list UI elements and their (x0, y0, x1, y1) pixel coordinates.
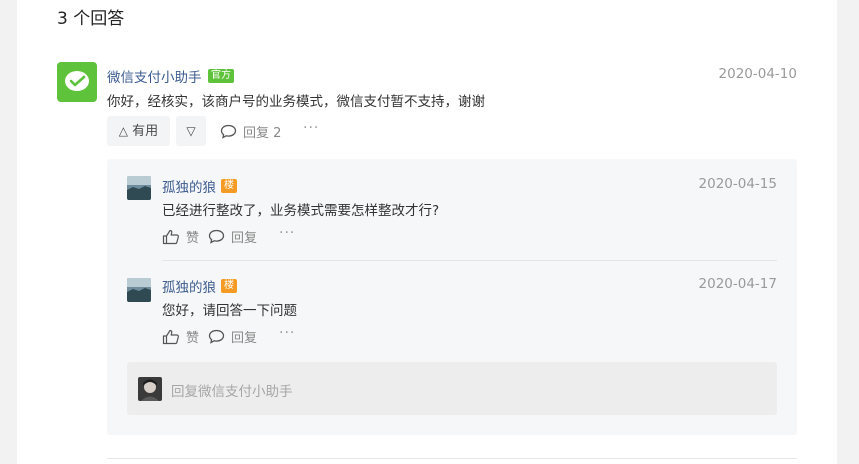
comment-reply-button[interactable]: 回复 (208, 327, 257, 346)
downvote-icon: ▽ (186, 124, 196, 138)
section-divider (107, 458, 797, 459)
comment-date: 2020-04-17 (698, 276, 777, 292)
comment-reply-label: 回复 (231, 331, 258, 346)
comment-content: 已经进行整改了，业务模式需要怎样整改才行? (162, 203, 440, 219)
like-button[interactable]: 赞 (162, 227, 199, 246)
comment-more-button[interactable]: ··· (279, 225, 295, 241)
comment-author[interactable]: 孤独的狼 (162, 176, 216, 196)
upvote-label: 有用 (132, 124, 159, 139)
comment-avatar[interactable] (127, 278, 151, 302)
wechat-pay-logo-icon (65, 71, 89, 91)
reply-input[interactable]: 回复微信支付小助手 (127, 362, 777, 415)
comment-more-button[interactable]: ··· (279, 325, 295, 341)
official-avatar[interactable] (57, 62, 97, 102)
floor-badge: 楼 (221, 279, 237, 293)
official-badge: 官方 (208, 69, 234, 83)
comment-avatar[interactable] (127, 176, 151, 200)
upvote-icon: △ (118, 124, 129, 138)
reply-input-placeholder: 回复微信支付小助手 (171, 384, 293, 400)
thumbs-up-icon (162, 229, 179, 244)
comment-reply-label: 回复 (231, 231, 258, 246)
comment-divider (162, 260, 777, 261)
comment-icon (208, 229, 225, 244)
answer-author[interactable]: 微信支付小助手 (107, 66, 202, 86)
like-button[interactable]: 赞 (162, 327, 199, 346)
like-label: 赞 (186, 231, 200, 246)
answer-more-button[interactable]: ··· (303, 120, 319, 136)
answers-count-title: 3 个回答 (57, 9, 125, 29)
comment-icon (208, 329, 225, 344)
comment-content: 您好，请回答一下问题 (162, 303, 297, 319)
comment-icon (220, 124, 237, 139)
answers-card: 3 个回答 微信支付小助手 官方 2020-04-10 你好，经核实，该商户号的… (17, 0, 837, 464)
floor-badge: 楼 (221, 179, 237, 193)
upvote-button[interactable]: △ 有用 (107, 116, 170, 146)
answer-date: 2020-04-10 (718, 66, 797, 82)
current-user-avatar (138, 377, 162, 401)
answer-content: 你好，经核实，该商户号的业务模式，微信支付暂不支持，谢谢 (107, 94, 485, 110)
thumbs-up-icon (162, 329, 179, 344)
comment-date: 2020-04-15 (698, 176, 777, 192)
comment-author[interactable]: 孤独的狼 (162, 276, 216, 296)
answer-reply-label: 回复 2 (243, 126, 282, 141)
comment-reply-button[interactable]: 回复 (208, 227, 257, 246)
answer-reply-button[interactable]: 回复 2 (220, 122, 281, 141)
like-label: 赞 (186, 331, 200, 346)
downvote-button[interactable]: ▽ (176, 116, 206, 146)
